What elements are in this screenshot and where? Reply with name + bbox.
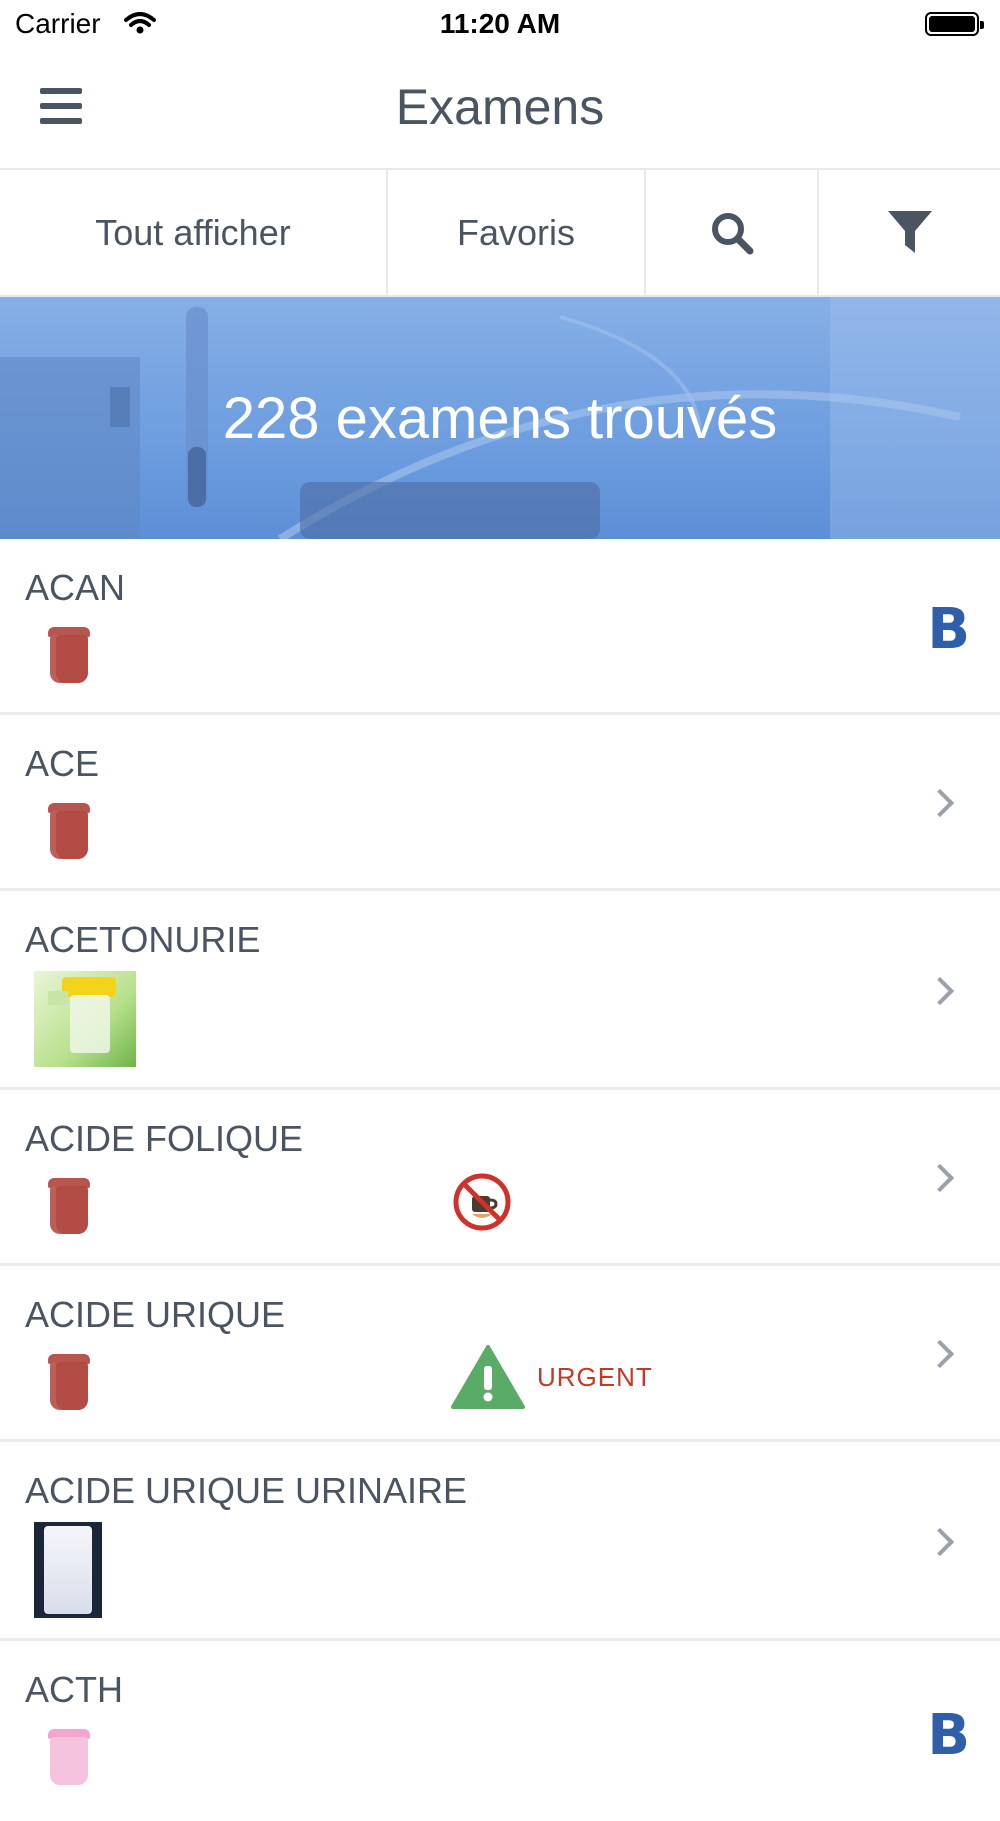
chevron-right-icon — [925, 1163, 955, 1193]
list-item[interactable]: ACAN B — [0, 539, 1000, 715]
clock: 11:20 AM — [439, 8, 561, 39]
list-item[interactable]: ACTH B — [0, 1641, 1000, 1821]
show-all-label: Tout afficher — [95, 211, 291, 253]
chevron-right-icon — [925, 1527, 955, 1557]
exam-name: ACTH — [25, 1669, 123, 1710]
urgent-label: URGENT — [537, 1362, 653, 1392]
list-item[interactable]: ACIDE URIQUE URGENT — [0, 1266, 1000, 1442]
list-item[interactable]: ACIDE URIQUE URINAIRE — [0, 1442, 1000, 1641]
red-tube-icon — [48, 627, 90, 683]
battery-icon — [925, 12, 984, 36]
nav-bar: Examens — [0, 50, 1000, 170]
red-tube-icon — [48, 1354, 90, 1410]
search-button[interactable] — [646, 170, 819, 295]
exam-name: ACIDE URIQUE URINAIRE — [25, 1470, 468, 1511]
red-tube-icon — [48, 803, 90, 859]
warning-icon — [451, 1345, 525, 1409]
chevron-right-icon — [925, 788, 955, 818]
pink-tube-icon — [48, 1729, 90, 1785]
favorites-label: Favoris — [456, 211, 576, 253]
show-all-button[interactable]: Tout afficher — [0, 170, 388, 295]
list-item[interactable]: ACETONURIE — [0, 891, 1000, 1090]
exam-list: ACAN B ACE ACETONURIE ACIDE FOLIQUE ACID… — [0, 539, 1000, 1821]
urine-container-image — [34, 1522, 102, 1618]
favorites-button[interactable]: Favoris — [388, 170, 646, 295]
red-tube-icon — [48, 1178, 90, 1234]
exam-name: ACE — [25, 743, 100, 784]
chevron-right-icon — [925, 976, 955, 1006]
search-icon — [711, 212, 753, 254]
exam-name: ACIDE FOLIQUE — [25, 1118, 304, 1159]
exam-name: ACAN — [25, 567, 126, 608]
filter-icon — [887, 210, 932, 253]
urine-cup-image — [34, 971, 136, 1067]
results-count: 228 examens trouvés — [222, 386, 778, 451]
chevron-right-icon — [925, 1339, 955, 1369]
list-item[interactable]: ACIDE FOLIQUE — [0, 1090, 1000, 1266]
filter-button[interactable] — [819, 170, 1000, 295]
toolbar: Tout afficher Favoris — [0, 170, 1000, 297]
results-banner: 228 examens trouvés — [0, 297, 1000, 539]
no-coffee-icon — [453, 1173, 511, 1231]
list-item[interactable]: ACE — [0, 715, 1000, 891]
b-badge-icon: B — [927, 597, 970, 662]
exam-name: ACIDE URIQUE — [25, 1294, 286, 1335]
exam-name: ACETONURIE — [25, 919, 261, 960]
b-badge-icon: B — [927, 1703, 970, 1768]
page-title: Examens — [395, 79, 605, 135]
status-bar: Carrier 11:20 AM — [0, 0, 1000, 50]
